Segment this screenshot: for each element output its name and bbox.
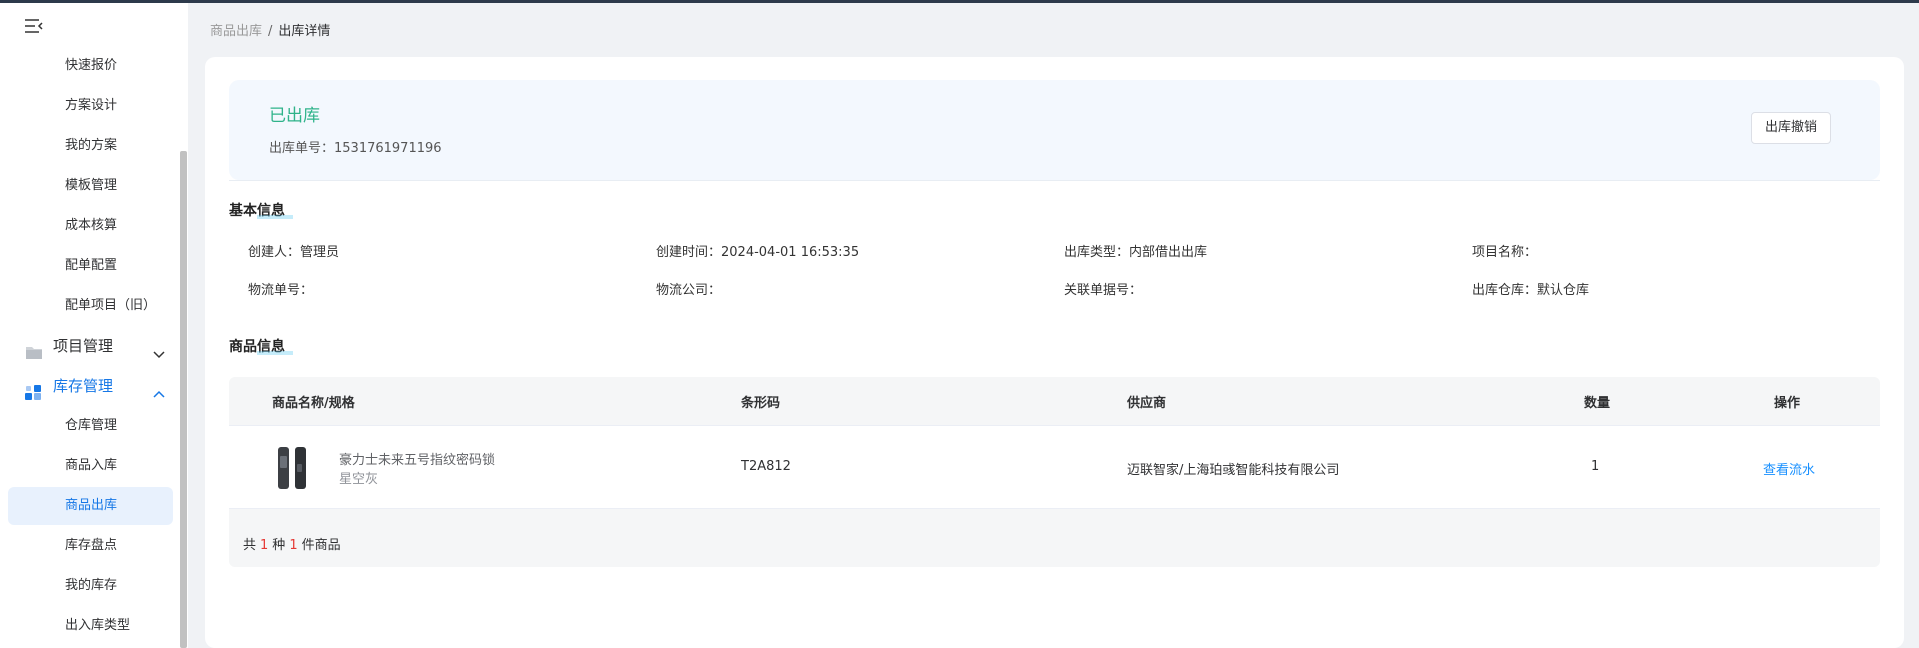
summary-count: 1 (289, 538, 298, 553)
field-label: 物流单号： (248, 283, 314, 298)
sidebar-item-order-project-old[interactable]: 配单项目（旧） (8, 287, 173, 325)
summary-prefix: 共 (243, 538, 257, 553)
sidebar-group-label: 项目管理 (53, 337, 114, 355)
column-header: 数量 (1584, 396, 1611, 411)
column-header: 操作 (1774, 396, 1801, 411)
sidebar-item-stock-check[interactable]: 库存盘点 (8, 527, 173, 565)
table-header: 商品名称/规格 条形码 供应商 数量 操作 (229, 377, 1880, 425)
sidebar-item-io-type[interactable]: 出入库类型 (8, 607, 173, 645)
field-label: 创建人： (248, 245, 301, 260)
product-spec: 星空灰 (339, 472, 379, 487)
breadcrumb-parent[interactable]: 商品出库 (210, 24, 262, 39)
field-label: 创建时间： (656, 245, 722, 260)
field-project-name: 项目名称： (1472, 241, 1537, 260)
field-label: 出库类型： (1064, 245, 1130, 260)
sidebar-group-project[interactable]: 项目管理 (8, 326, 173, 366)
field-value: 2024-04-01 16:53:35 (721, 245, 860, 260)
quantity-cell: 1 (1591, 459, 1600, 474)
sidebar-item-order-config[interactable]: 配单配置 (8, 247, 173, 285)
field-value: 内部借出出库 (1129, 245, 1208, 260)
order-number: 出库单号：1531761971196 (269, 137, 442, 156)
table-row: 豪力士未来五号指纹密码锁 星空灰 T2A812 迈联智家/上海珀彧智能科技有限公… (229, 425, 1880, 509)
field-label: 出库仓库： (1472, 283, 1538, 298)
sidebar-item-quick-quote[interactable]: 快速报价 (8, 47, 173, 85)
breadcrumb: 商品出库 / 出库详情 (210, 20, 330, 39)
product-name: 豪力士未来五号指纹密码锁 (339, 453, 496, 468)
sidebar: 快速报价 方案设计 我的方案 模板管理 成本核算 配单配置 配单项目（旧） 项目… (0, 3, 188, 648)
field-related-doc: 关联单据号： (1064, 279, 1142, 298)
sidebar-item-scheme-design[interactable]: 方案设计 (8, 87, 173, 125)
field-logistics-no: 物流单号： (248, 279, 313, 298)
chevron-down-icon (151, 338, 167, 359)
summary-mid: 种 (272, 538, 286, 553)
breadcrumb-separator: / (268, 24, 273, 39)
sidebar-item-goods-out[interactable]: 商品出库 (8, 487, 173, 525)
order-number-value: 1531761971196 (334, 141, 442, 156)
menu-fold-icon[interactable] (24, 17, 44, 35)
status-title: 已出库 (269, 106, 320, 126)
product-thumbnail (274, 446, 310, 490)
column-header: 商品名称/规格 (272, 396, 355, 411)
revoke-outbound-button[interactable]: 出库撤销 (1751, 112, 1831, 144)
section-title-goods: 商品信息 (229, 336, 293, 356)
field-value: 管理员 (300, 245, 340, 260)
field-warehouse: 出库仓库：默认仓库 (1472, 279, 1589, 298)
goods-table: 商品名称/规格 条形码 供应商 数量 操作 豪力士未来五号指纹密码锁 星空灰 T… (229, 377, 1880, 567)
top-bar-line (0, 0, 1919, 3)
field-label: 关联单据号： (1064, 283, 1143, 298)
sidebar-group-inventory[interactable]: 库存管理 (8, 366, 173, 406)
sidebar-item-warehouse[interactable]: 仓库管理 (8, 407, 173, 445)
status-panel: 已出库 出库单号：1531761971196 出库撤销 (229, 80, 1880, 180)
column-header: 条形码 (741, 396, 781, 411)
divider (229, 180, 1880, 181)
summary-suffix: 件商品 (301, 538, 341, 553)
order-number-label: 出库单号： (269, 141, 335, 156)
field-outbound-type: 出库类型：内部借出出库 (1064, 241, 1207, 260)
summary-kinds: 1 (260, 538, 269, 553)
chevron-up-icon (151, 378, 167, 398)
field-logistics-company: 物流公司： (656, 279, 721, 298)
sidebar-item-cost[interactable]: 成本核算 (8, 207, 173, 245)
sidebar-item-template[interactable]: 模板管理 (8, 167, 173, 205)
barcode-cell: T2A812 (741, 459, 791, 474)
column-header: 供应商 (1127, 396, 1167, 411)
sidebar-item-my-stock[interactable]: 我的库存 (8, 567, 173, 605)
section-title-basic: 基本信息 (229, 200, 293, 220)
supplier-cell: 迈联智家/上海珀彧智能科技有限公司 (1127, 463, 1340, 478)
sidebar-item-goods-in[interactable]: 商品入库 (8, 447, 173, 485)
view-flow-link[interactable]: 查看流水 (1763, 459, 1815, 478)
field-label: 物流公司： (656, 283, 722, 298)
sidebar-item-my-scheme[interactable]: 我的方案 (8, 127, 173, 165)
detail-card: 已出库 出库单号：1531761971196 出库撤销 基本信息 创建人：管理员… (205, 57, 1904, 648)
sidebar-group-label: 库存管理 (53, 377, 114, 395)
field-value: 默认仓库 (1537, 283, 1590, 298)
field-created-time: 创建时间：2024-04-01 16:53:35 (656, 241, 859, 260)
grid-icon (24, 377, 44, 400)
field-creator: 创建人：管理员 (248, 241, 339, 260)
breadcrumb-current: 出库详情 (278, 24, 331, 39)
table-summary: 共 1 种 1 件商品 (243, 534, 341, 553)
field-label: 项目名称： (1472, 245, 1538, 260)
sidebar-scrollbar[interactable] (180, 151, 187, 648)
folder-icon (24, 337, 44, 359)
